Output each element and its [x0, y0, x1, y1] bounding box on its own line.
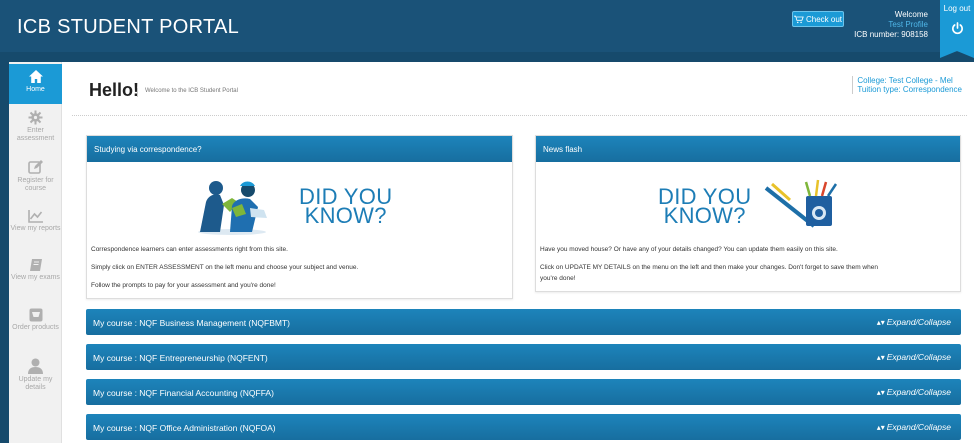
sort-icon: ▴▾	[876, 318, 885, 327]
dyk-line2: KNOW?	[663, 203, 746, 228]
sidebar-item-enter-assessment[interactable]: Enter assessment	[9, 110, 62, 143]
chart-icon	[28, 210, 43, 223]
sort-icon: ▴▾	[876, 388, 885, 397]
toggle-label: Expand/Collapse	[886, 422, 951, 432]
panel-paragraph: Correspondence learners can enter assess…	[91, 246, 288, 253]
sidebar: Home Enter assessment Register for cours…	[9, 62, 62, 443]
checkout-label: Check out	[805, 14, 843, 24]
course-title: My course : NQF Business Management (NQF…	[93, 318, 290, 328]
panel-body: DID YOU KNOW? Correspondence learners ca…	[87, 162, 512, 300]
power-icon	[951, 22, 963, 35]
toggle-label: Expand/Collapse	[886, 317, 951, 327]
checkout-button[interactable]: Check out	[792, 11, 844, 27]
panel-body: DID YOU KNOW? Have you moved house? Or h…	[536, 162, 960, 293]
sort-icon: ▴▾	[876, 353, 885, 362]
correspondence-panel: Studying via correspondence? DID YOU KNO…	[86, 135, 513, 299]
sidebar-item-label: Update my details	[18, 376, 53, 391]
expand-collapse-toggle[interactable]: ▴▾ Expand/Collapse	[877, 422, 951, 432]
course-title: My course : NQF Office Administration (N…	[93, 423, 276, 433]
sidebar-item-register-course[interactable]: Register for course	[9, 160, 62, 193]
home-icon	[28, 70, 43, 83]
book-icon	[29, 259, 42, 271]
portal-title: ICB STUDENT PORTAL	[17, 16, 240, 38]
students-illustration	[198, 181, 267, 235]
left-edge-bar	[0, 62, 9, 443]
cart-icon	[793, 15, 804, 23]
course-bar[interactable]: My course : NQF Office Administration (N…	[86, 414, 961, 440]
college-name: College: Test College - Mel	[857, 76, 953, 85]
toggle-label: Expand/Collapse	[886, 387, 951, 397]
stationery-illustration	[764, 179, 838, 228]
user-icon	[28, 358, 43, 374]
news-flash-panel: News flash DID YOU KNOW? Have you moved …	[535, 135, 961, 292]
panel-title: Studying via correspondence?	[87, 136, 512, 162]
sidebar-item-label: View my reports	[10, 225, 61, 232]
course-title: My course : NQF Entrepreneurship (NQFENT…	[93, 353, 268, 363]
course-bar[interactable]: My course : NQF Business Management (NQF…	[86, 309, 961, 335]
logout-button[interactable]: Log out	[940, 0, 974, 58]
course-bar[interactable]: My course : NQF Financial Accounting (NQ…	[86, 379, 961, 405]
sidebar-item-home[interactable]: Home	[9, 64, 62, 104]
expand-collapse-toggle[interactable]: ▴▾ Expand/Collapse	[877, 387, 951, 397]
user-name-link[interactable]: Test Profile	[854, 20, 928, 30]
divider	[72, 115, 967, 116]
sort-icon: ▴▾	[876, 423, 885, 432]
panel-paragraph: Simply click on ENTER ASSESSMENT on the …	[91, 264, 359, 271]
sidebar-item-label: View my exams	[11, 274, 60, 281]
edit-icon	[28, 160, 43, 174]
expand-collapse-toggle[interactable]: ▴▾ Expand/Collapse	[877, 317, 951, 327]
header-strip	[0, 52, 974, 62]
panel-paragraph: you're done!	[540, 275, 576, 282]
welcome-label: Welcome	[894, 10, 928, 19]
dyk-line2: KNOW?	[304, 203, 387, 228]
expand-collapse-toggle[interactable]: ▴▾ Expand/Collapse	[877, 352, 951, 362]
sidebar-item-view-exams[interactable]: View my exams	[9, 258, 62, 282]
did-you-know-heading: DID YOU KNOW?	[658, 186, 751, 228]
icb-number: ICB number: 908158	[854, 30, 928, 39]
sidebar-item-label: Home	[26, 86, 45, 93]
logout-label: Log out	[943, 4, 971, 13]
sidebar-item-label: Enter assessment	[16, 127, 55, 142]
tuition-type: Tuition type: Correspondence	[857, 85, 962, 94]
college-info: College: Test College - Mel Tuition type…	[852, 76, 962, 94]
sidebar-item-update-details[interactable]: Update my details	[9, 358, 62, 392]
did-you-know-heading: DID YOU KNOW?	[299, 186, 392, 228]
page-subtitle: Welcome to the ICB Student Portal	[137, 88, 238, 97]
panel-paragraph: Follow the prompts to pay for your asses…	[91, 282, 276, 289]
sidebar-item-view-reports[interactable]: View my reports	[9, 210, 62, 233]
welcome-block: Welcome Test Profile ICB number: 908158	[854, 10, 928, 40]
toggle-label: Expand/Collapse	[886, 352, 951, 362]
sidebar-item-label: Order products	[12, 324, 59, 331]
panel-paragraph: Click on UPDATE MY DETAILS on the menu o…	[540, 264, 878, 271]
cart-icon	[29, 308, 42, 322]
course-title: My course : NQF Financial Accounting (NQ…	[93, 388, 274, 398]
sidebar-item-order-products[interactable]: Order products	[9, 308, 62, 332]
panel-title: News flash	[536, 136, 960, 162]
page-title: Hello!	[89, 80, 140, 100]
panel-paragraph: Have you moved house? Or have any of you…	[540, 246, 838, 253]
gear-icon	[28, 110, 43, 125]
sidebar-item-label: Register for course	[17, 177, 54, 192]
course-bar[interactable]: My course : NQF Entrepreneurship (NQFENT…	[86, 344, 961, 370]
